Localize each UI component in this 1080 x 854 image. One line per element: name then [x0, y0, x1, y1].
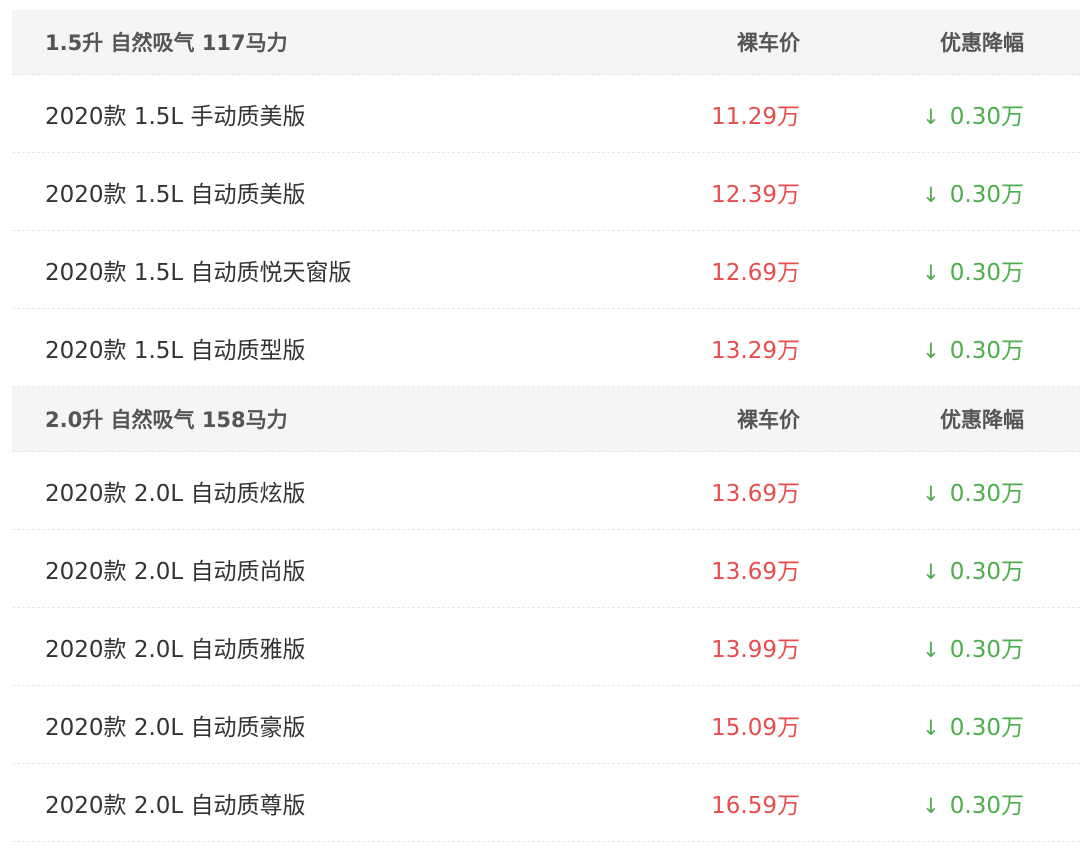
trim-name[interactable]: 2020款 2.0L 自动质尊版: [12, 786, 572, 820]
arrow-down-icon: ↓: [922, 793, 940, 818]
price-table: 1.5升 自然吸气 117马力 裸车价 优惠降幅 2020款 1.5L 手动质美…: [12, 10, 1080, 842]
discount: ↓ 0.30万: [800, 786, 1024, 820]
group-header: 2.0升 自然吸气 158马力 裸车价 优惠降幅: [12, 387, 1080, 452]
discount: ↓ 0.30万: [800, 97, 1024, 131]
discount: ↓ 0.30万: [800, 175, 1024, 209]
table-row[interactable]: 2020款 1.5L 手动质美版 11.29万 ↓ 0.30万: [12, 75, 1080, 153]
discount-value: 0.30万: [949, 714, 1024, 741]
discount: ↓ 0.30万: [800, 253, 1024, 287]
discount-value: 0.30万: [949, 181, 1024, 208]
trim-name[interactable]: 2020款 2.0L 自动质豪版: [12, 708, 572, 742]
table-row[interactable]: 2020款 1.5L 自动质美版 12.39万 ↓ 0.30万: [12, 153, 1080, 231]
table-row[interactable]: 2020款 2.0L 自动质尚版 13.69万 ↓ 0.30万: [12, 530, 1080, 608]
group-title: 1.5升 自然吸气 117马力: [45, 31, 288, 55]
trim-name[interactable]: 2020款 1.5L 自动质悦天窗版: [12, 253, 572, 287]
discount: ↓ 0.30万: [800, 552, 1024, 586]
price: 13.69万: [711, 480, 800, 507]
table-row[interactable]: 2020款 2.0L 自动质炫版 13.69万 ↓ 0.30万: [12, 452, 1080, 530]
discount-value: 0.30万: [949, 636, 1024, 663]
table-row[interactable]: 2020款 1.5L 自动质悦天窗版 12.69万 ↓ 0.30万: [12, 231, 1080, 309]
price: 16.59万: [711, 792, 800, 819]
trim-name[interactable]: 2020款 2.0L 自动质炫版: [12, 474, 572, 508]
price: 13.69万: [711, 558, 800, 585]
price: 13.29万: [711, 337, 800, 364]
arrow-down-icon: ↓: [922, 338, 940, 363]
discount: ↓ 0.30万: [800, 708, 1024, 742]
price: 12.39万: [711, 181, 800, 208]
table-row[interactable]: 2020款 2.0L 自动质豪版 15.09万 ↓ 0.30万: [12, 686, 1080, 764]
arrow-down-icon: ↓: [922, 182, 940, 207]
discount-value: 0.30万: [949, 337, 1024, 364]
arrow-down-icon: ↓: [922, 104, 940, 129]
price: 12.69万: [711, 259, 800, 286]
discount-column-header: 优惠降幅: [940, 408, 1024, 432]
group-header: 1.5升 自然吸气 117马力 裸车价 优惠降幅: [12, 10, 1080, 75]
price: 11.29万: [711, 103, 800, 130]
arrow-down-icon: ↓: [922, 637, 940, 662]
price-column-header: 裸车价: [737, 31, 800, 55]
trim-name[interactable]: 2020款 1.5L 手动质美版: [12, 97, 572, 131]
table-row[interactable]: 2020款 2.0L 自动质尊版 16.59万 ↓ 0.30万: [12, 764, 1080, 842]
trim-name[interactable]: 2020款 1.5L 自动质型版: [12, 331, 572, 365]
arrow-down-icon: ↓: [922, 715, 940, 740]
trim-name[interactable]: 2020款 1.5L 自动质美版: [12, 175, 572, 209]
price: 13.99万: [711, 636, 800, 663]
discount-value: 0.30万: [949, 480, 1024, 507]
discount-value: 0.30万: [949, 558, 1024, 585]
arrow-down-icon: ↓: [922, 260, 940, 285]
discount: ↓ 0.30万: [800, 474, 1024, 508]
discount-value: 0.30万: [949, 103, 1024, 130]
group-title: 2.0升 自然吸气 158马力: [45, 408, 288, 432]
trim-name[interactable]: 2020款 2.0L 自动质雅版: [12, 630, 572, 664]
trim-name[interactable]: 2020款 2.0L 自动质尚版: [12, 552, 572, 586]
price-column-header: 裸车价: [737, 408, 800, 432]
discount-value: 0.30万: [949, 259, 1024, 286]
discount: ↓ 0.30万: [800, 331, 1024, 365]
discount-column-header: 优惠降幅: [940, 31, 1024, 55]
table-row[interactable]: 2020款 1.5L 自动质型版 13.29万 ↓ 0.30万: [12, 309, 1080, 387]
discount-value: 0.30万: [949, 792, 1024, 819]
price: 15.09万: [711, 714, 800, 741]
arrow-down-icon: ↓: [922, 559, 940, 584]
arrow-down-icon: ↓: [922, 481, 940, 506]
table-row[interactable]: 2020款 2.0L 自动质雅版 13.99万 ↓ 0.30万: [12, 608, 1080, 686]
discount: ↓ 0.30万: [800, 630, 1024, 664]
